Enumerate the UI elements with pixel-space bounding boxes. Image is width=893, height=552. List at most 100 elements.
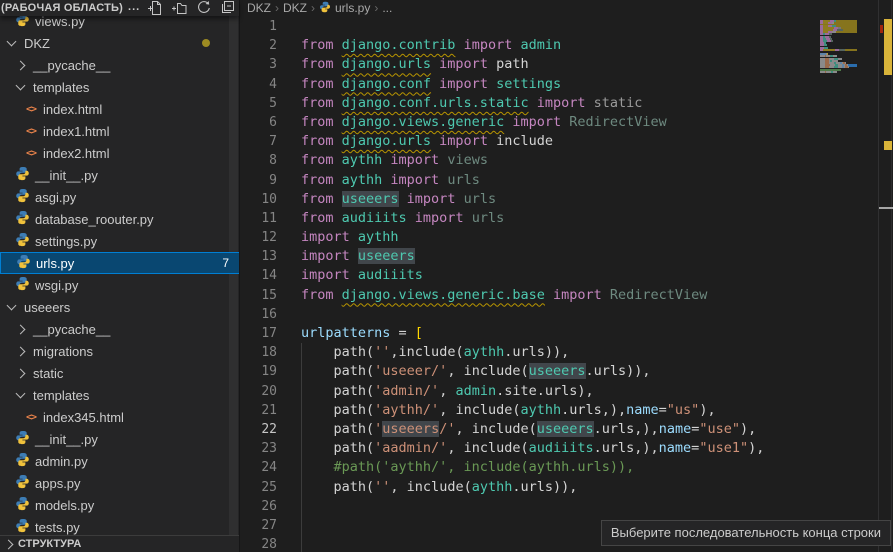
line-text: import audiiits: [293, 266, 423, 285]
tree-item-apps-py[interactable]: apps.py: [0, 472, 239, 494]
new-folder-icon[interactable]: [171, 0, 187, 16]
code-line-16[interactable]: 16: [241, 305, 893, 324]
tree-item-index-html[interactable]: <> index.html: [0, 98, 239, 120]
code-line-14[interactable]: 14import audiiits: [241, 266, 893, 285]
code-line-5[interactable]: 5from django.conf.urls.static import sta…: [241, 94, 893, 113]
code-line-6[interactable]: 6from django.views.generic import Redire…: [241, 113, 893, 132]
line-number: 18: [241, 343, 293, 362]
code-line-17[interactable]: 17urlpatterns = [: [241, 324, 893, 343]
line-text: path('useeers/', include(useeers.urls,),…: [293, 420, 756, 439]
line-number: 3: [241, 55, 293, 74]
tree-item-label: wsgi.py: [35, 278, 78, 293]
code-line-11[interactable]: 11from audiiits import urls: [241, 209, 893, 228]
tree-item-label: index.html: [43, 102, 102, 117]
code-line-13[interactable]: 13import useeers: [241, 247, 893, 266]
code-line-18[interactable]: 18 path('',include(aythh.urls)),: [241, 343, 893, 362]
tree-item-tests-py[interactable]: tests.py: [0, 516, 239, 536]
explorer-sidebar: views.pyDKZ__pycache__templates<>index.h…: [0, 0, 240, 552]
code-line-7[interactable]: 7from django.urls import include: [241, 132, 893, 151]
tree-item-index345-html[interactable]: <>index345.html: [0, 406, 239, 428]
breadcrumb-item[interactable]: DKZ: [283, 1, 307, 15]
line-text: [293, 535, 301, 552]
code-line-20[interactable]: 20 path('admin/', admin.site.urls),: [241, 382, 893, 401]
code-line-23[interactable]: 23 path('aadmin/', include(audiiits.urls…: [241, 439, 893, 458]
line-text: [293, 516, 301, 535]
tree-item-admin-py[interactable]: admin.py: [0, 450, 239, 472]
tree-item-label: DKZ: [24, 36, 50, 51]
tree-item-label: __init__.py: [35, 432, 98, 447]
tree-item--init-py[interactable]: __init__.py: [0, 164, 239, 186]
line-number: 5: [241, 94, 293, 113]
tree-item-label: __pycache__: [33, 58, 110, 73]
tree-item-label: index1.html: [43, 124, 109, 139]
line-text: path('aadmin/', include(audiiits.urls,),…: [293, 439, 764, 458]
line-number: 2: [241, 36, 293, 55]
code-line-24[interactable]: 24 #path('aythh/', include(aythh.urls)),: [241, 458, 893, 477]
line-text: import aythh: [293, 228, 399, 247]
code-area[interactable]: 12from django.contrib import admin3from …: [241, 17, 893, 552]
tree-item--init-py[interactable]: __init__.py: [0, 428, 239, 450]
tree-item-migrations[interactable]: migrations: [0, 340, 239, 362]
code-line-9[interactable]: 9from aythh import urls: [241, 171, 893, 190]
python-file-icon: [15, 474, 30, 492]
new-file-icon[interactable]: [147, 0, 163, 16]
code-line-15[interactable]: 15from django.views.generic.base import …: [241, 286, 893, 305]
tree-item-models-py[interactable]: models.py: [0, 494, 239, 516]
code-line-25[interactable]: 25 path('', include(aythh.urls)),: [241, 478, 893, 497]
code-line-19[interactable]: 19 path('useeer/', include(useeers.urls)…: [241, 362, 893, 381]
code-line-3[interactable]: 3from django.urls import path: [241, 55, 893, 74]
code-line-2[interactable]: 2from django.contrib import admin: [241, 36, 893, 55]
tree-item-dkz[interactable]: DKZ: [0, 32, 239, 54]
tree-item-label: admin.py: [35, 454, 88, 469]
tree-item--pycache-[interactable]: __pycache__: [0, 318, 239, 340]
line-text: from audiiits import urls: [293, 209, 504, 228]
tree-item-static[interactable]: static: [0, 362, 239, 384]
line-text: from django.conf import settings: [293, 75, 561, 94]
chevron-right-icon: [16, 346, 26, 356]
line-text: path('', include(aythh.urls)),: [293, 478, 577, 497]
tree-item-asgi-py[interactable]: asgi.py: [0, 186, 239, 208]
tree-item-label: asgi.py: [35, 190, 76, 205]
outline-section-header[interactable]: СТРУКТУРА: [0, 535, 239, 552]
breadcrumb: DKZ › DKZ › urls.py › ...: [241, 0, 893, 16]
minimap[interactable]: [820, 16, 857, 126]
tree-item-index1-html[interactable]: <>index1.html: [0, 120, 239, 142]
code-line-8[interactable]: 8from aythh import views: [241, 151, 893, 170]
problems-badge: 7: [222, 256, 229, 270]
tree-item--pycache-[interactable]: __pycache__: [0, 54, 239, 76]
line-number: 1: [241, 17, 293, 36]
tree-item-index2-html[interactable]: <>index2.html: [0, 142, 239, 164]
refresh-icon[interactable]: [195, 0, 211, 16]
python-file-icon: [15, 276, 30, 294]
code-line-12[interactable]: 12import aythh: [241, 228, 893, 247]
python-file-icon: [319, 1, 331, 16]
more-actions-button[interactable]: ...: [128, 1, 140, 13]
line-number: 8: [241, 151, 293, 170]
line-text: from django.views.generic.base import Re…: [293, 286, 707, 305]
code-line-21[interactable]: 21 path('aythh/', include(aythh.urls,),n…: [241, 401, 893, 420]
tree-item-settings-py[interactable]: settings.py: [0, 230, 239, 252]
tree-item-templates[interactable]: templates: [0, 384, 239, 406]
tree-item-wsgi-py[interactable]: wsgi.py: [0, 274, 239, 296]
error-marker: [880, 25, 883, 33]
code-line-1[interactable]: 1: [241, 17, 893, 36]
line-number: 12: [241, 228, 293, 247]
line-number: 23: [241, 439, 293, 458]
tree-item-database-roouter-py[interactable]: database_roouter.py: [0, 208, 239, 230]
collapse-folders-icon[interactable]: [219, 0, 235, 16]
line-number: 21: [241, 401, 293, 420]
code-line-22[interactable]: 22 path('useeers/', include(useeers.urls…: [241, 420, 893, 439]
line-number: 27: [241, 516, 293, 535]
line-number: 9: [241, 171, 293, 190]
breadcrumb-item[interactable]: DKZ: [247, 1, 271, 15]
code-line-10[interactable]: 10from useeers import urls: [241, 190, 893, 209]
tree-item-templates[interactable]: templates: [0, 76, 239, 98]
breadcrumb-item[interactable]: ...: [382, 1, 392, 15]
code-line-26[interactable]: 26: [241, 497, 893, 516]
tree-item-urls-py[interactable]: urls.py7: [0, 252, 239, 274]
breadcrumb-item[interactable]: urls.py: [335, 1, 370, 15]
tree-item-useeers[interactable]: useeers: [0, 296, 239, 318]
html-file-icon: <>: [24, 104, 38, 115]
code-line-4[interactable]: 4from django.conf import settings: [241, 75, 893, 94]
overview-ruler[interactable]: [878, 0, 893, 552]
